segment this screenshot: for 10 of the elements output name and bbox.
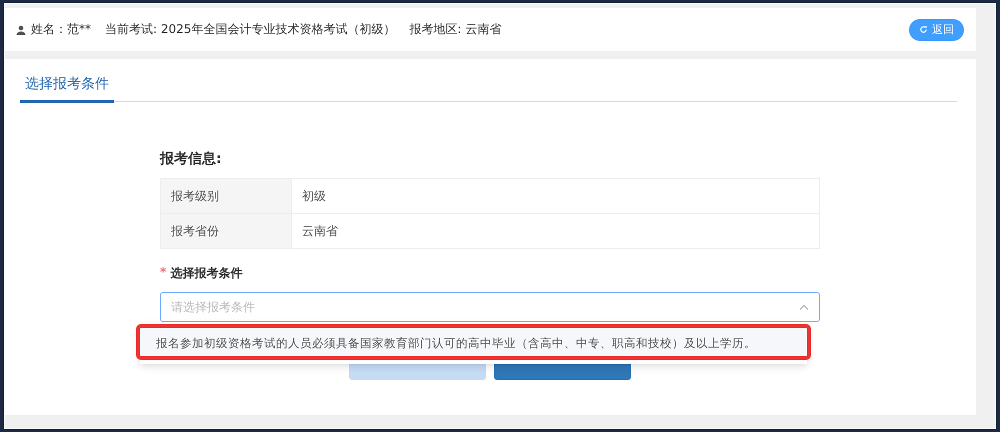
table-value-cell: 初级	[292, 178, 820, 214]
field-label: 选择报考条件	[170, 265, 242, 282]
header-info-text: 当前考试: 2025年全国会计专业技术资格考试（初级）	[105, 21, 396, 38]
table-label-cell: 报考省份	[160, 214, 292, 248]
required-mark: *	[160, 265, 166, 281]
section-title: 报考信息:	[160, 150, 223, 168]
table-label-cell: 报考级别	[160, 178, 292, 214]
table-value-cell: 云南省	[292, 214, 820, 248]
header-info-text: 报考地区: 云南省	[409, 21, 502, 38]
header-info-text: 姓名：范**	[31, 21, 91, 38]
